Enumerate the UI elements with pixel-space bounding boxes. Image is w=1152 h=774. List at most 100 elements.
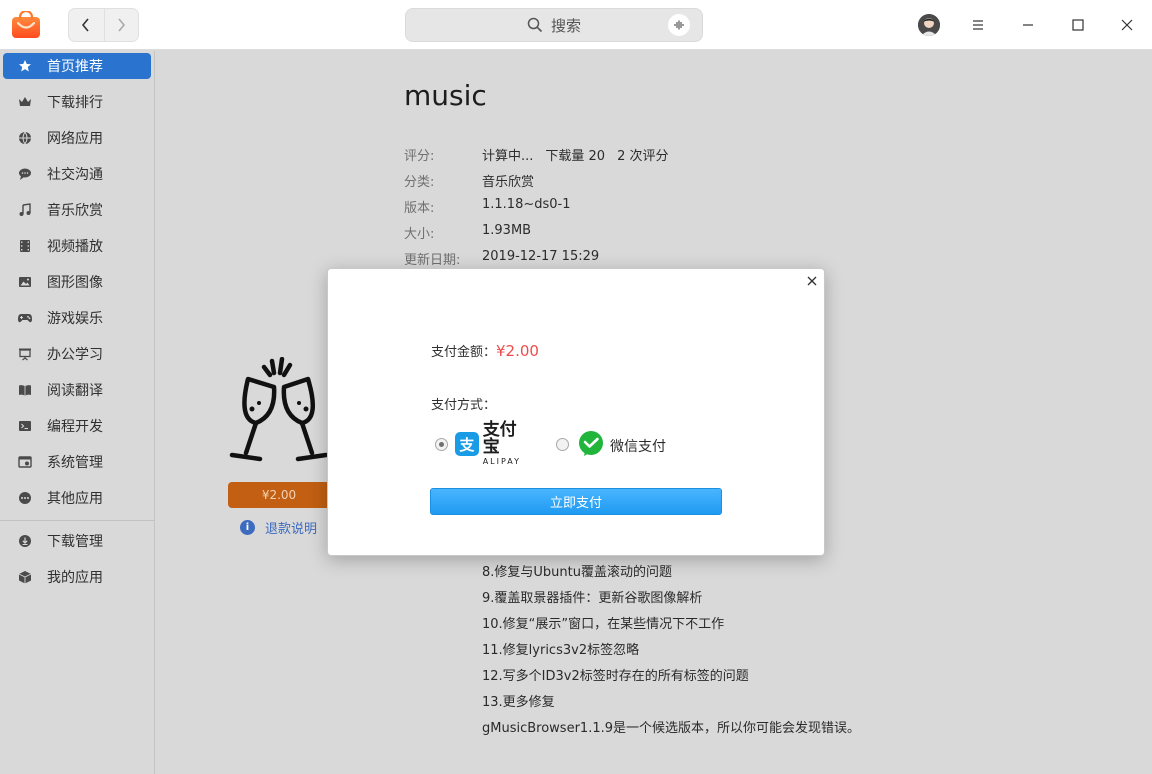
terminal-icon xyxy=(17,418,33,434)
sidebar-item-video[interactable]: 视频播放 xyxy=(3,233,151,259)
refund-label: 退款说明 xyxy=(265,522,318,537)
close-icon xyxy=(1121,19,1133,31)
rating-value: 计算中... xyxy=(482,149,534,164)
sidebar-item-programming[interactable]: 编程开发 xyxy=(3,413,151,439)
image-icon xyxy=(17,274,33,290)
size-value: 1.93MB xyxy=(482,223,532,238)
sidebar-item-label: 系统管理 xyxy=(47,455,103,471)
buy-price-button[interactable]: ¥2.00 xyxy=(228,482,330,508)
alipay-option[interactable]: 支 支付宝 ALIPAY xyxy=(455,422,533,466)
menu-button[interactable] xyxy=(966,13,990,37)
app-logo-icon xyxy=(12,11,40,38)
changelog-line: 12.写多个ID3v2标签时存在的所有标签的问题 xyxy=(482,669,749,684)
sidebar-item-ranking[interactable]: 下载排行 xyxy=(3,89,151,115)
sidebar-item-graphics[interactable]: 图形图像 xyxy=(3,269,151,295)
rating-count: 2 次评分 xyxy=(617,149,669,164)
sidebar-item-label: 图形图像 xyxy=(47,275,103,291)
sidebar-item-system[interactable]: 系统管理 xyxy=(3,449,151,475)
sidebar-item-home[interactable]: 首页推荐 xyxy=(3,53,151,79)
wechat-pay-radio[interactable] xyxy=(556,438,569,451)
box-icon xyxy=(17,569,33,585)
search-icon xyxy=(527,17,543,33)
maximize-icon xyxy=(1072,19,1084,31)
update-date-value: 2019-12-17 15:29 xyxy=(482,249,600,264)
payment-method-label: 支付方式： xyxy=(431,398,497,413)
music-icon xyxy=(17,202,33,218)
changelog-line: 9.覆盖取景器插件：更新谷歌图像解析 xyxy=(482,591,703,606)
search-input[interactable]: 搜索 xyxy=(405,8,703,42)
alipay-label-en: ALIPAY xyxy=(482,457,522,466)
meta-key: 评分: xyxy=(404,149,435,164)
film-icon xyxy=(17,238,33,254)
meta-category: 分类: 音乐欣赏 xyxy=(404,171,534,191)
meta-key: 分类: xyxy=(404,175,435,190)
sidebar-item-office[interactable]: 办公学习 xyxy=(3,341,151,367)
meta-rating: 评分: 计算中... 下载量 20 2 次评分 xyxy=(404,145,681,165)
sidebar-item-reading[interactable]: 阅读翻译 xyxy=(3,377,151,403)
payment-amount: 支付金额： ¥2.00 xyxy=(431,341,539,361)
avatar[interactable] xyxy=(918,14,940,36)
sidebar-item-label: 游戏娱乐 xyxy=(47,311,103,327)
sidebar-divider xyxy=(0,520,154,521)
refund-policy-link[interactable]: i 退款说明 xyxy=(240,518,317,537)
maximize-button[interactable] xyxy=(1066,13,1090,37)
app-title: music xyxy=(404,79,487,112)
pay-now-button[interactable]: 立即支付 xyxy=(430,488,722,515)
book-icon xyxy=(17,382,33,398)
sidebar: 首页推荐 下载排行 网络应用 社交沟通 音乐欣赏 视频播放 图形图像 游戏娱乐 … xyxy=(0,51,155,774)
forward-button[interactable] xyxy=(103,9,139,41)
minimize-button[interactable] xyxy=(1016,13,1040,37)
star-icon xyxy=(17,58,33,74)
sidebar-item-label: 音乐欣赏 xyxy=(47,203,103,219)
amount-value: ¥2.00 xyxy=(496,341,539,360)
changelog-line: 10.修复“展示”窗口，在某些情况下不工作 xyxy=(482,617,725,632)
sidebar-item-label: 下载管理 xyxy=(47,534,103,550)
voice-search-button[interactable] xyxy=(668,14,690,36)
sidebar-item-label: 网络应用 xyxy=(47,131,103,147)
globe-icon xyxy=(17,130,33,146)
download-icon xyxy=(17,533,33,549)
sidebar-item-label: 其他应用 xyxy=(47,491,103,507)
wechat-pay-logo-icon[interactable] xyxy=(577,431,605,457)
alipay-label: 支付宝 xyxy=(482,420,517,457)
more-icon xyxy=(17,490,33,506)
minimize-icon xyxy=(1023,24,1033,26)
info-icon: i xyxy=(240,520,255,535)
meta-update-date: 更新日期: 2019-12-17 15:29 xyxy=(404,249,599,269)
sidebar-item-label: 编程开发 xyxy=(47,419,103,435)
changelog-line: 8.修复与Ubuntu覆盖滚动的问题 xyxy=(482,565,672,580)
chat-icon xyxy=(17,166,33,182)
meta-key: 大小: xyxy=(404,227,435,242)
search-placeholder: 搜索 xyxy=(550,16,581,35)
wechat-pay-label[interactable]: 微信支付 xyxy=(610,436,666,456)
changelog-line: 13.更多修复 xyxy=(482,695,555,710)
sidebar-item-downloads[interactable]: 下载管理 xyxy=(3,528,151,554)
amount-label: 支付金额： xyxy=(431,345,497,360)
back-icon xyxy=(82,18,89,32)
payment-dialog: 支付金额： ¥2.00 支付方式： 支 支付宝 ALIPAY 微信支付 立即支付 xyxy=(327,268,825,556)
changelog-line: gMusicBrowser1.1.9是一个候选版本，所以你可能会发现错误。 xyxy=(482,721,860,736)
system-icon xyxy=(17,454,33,470)
sidebar-item-games[interactable]: 游戏娱乐 xyxy=(3,305,151,331)
meta-key: 版本: xyxy=(404,201,435,216)
forward-icon xyxy=(118,18,126,32)
radio-selected-dot xyxy=(439,442,444,447)
champagne-glasses-icon xyxy=(229,357,329,462)
meta-key: 更新日期: xyxy=(404,253,461,268)
alipay-radio[interactable] xyxy=(435,438,448,451)
sidebar-item-social[interactable]: 社交沟通 xyxy=(3,161,151,187)
back-button[interactable] xyxy=(69,9,104,41)
category-value: 音乐欣赏 xyxy=(482,175,535,190)
sidebar-item-label: 视频播放 xyxy=(47,239,103,255)
sidebar-item-my-apps[interactable]: 我的应用 xyxy=(3,564,151,590)
changelog-line: 11.修复lyrics3v2标签忽略 xyxy=(482,643,640,658)
sidebar-item-others[interactable]: 其他应用 xyxy=(3,485,151,511)
sidebar-item-music[interactable]: 音乐欣赏 xyxy=(3,197,151,223)
sidebar-item-label: 办公学习 xyxy=(47,347,103,363)
meta-size: 大小: 1.93MB xyxy=(404,223,531,243)
close-button[interactable] xyxy=(1115,13,1139,37)
alipay-logo-icon: 支 xyxy=(455,432,479,456)
dialog-close-button[interactable] xyxy=(804,273,820,289)
sidebar-item-network[interactable]: 网络应用 xyxy=(3,125,151,151)
sidebar-item-label: 社交沟通 xyxy=(47,167,103,183)
